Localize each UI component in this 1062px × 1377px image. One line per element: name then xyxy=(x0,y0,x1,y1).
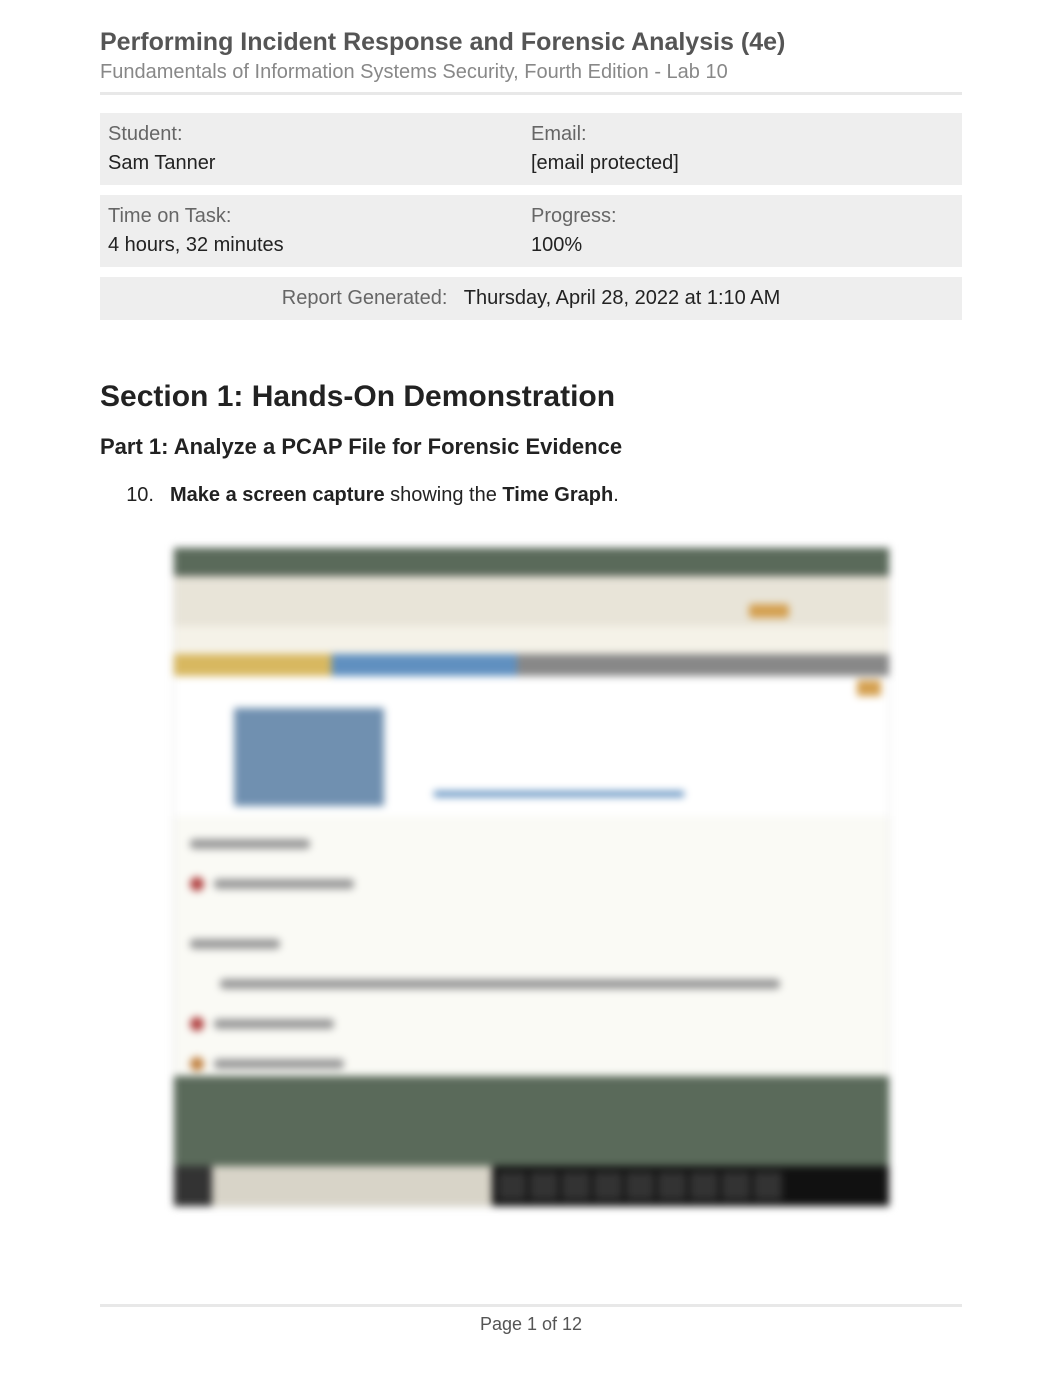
page-number: Page 1 of 12 xyxy=(0,1314,1062,1335)
instruction-bold-1: Make a screen capture xyxy=(170,484,385,506)
email-value: [email protected] xyxy=(531,152,954,175)
progress-label: Progress: xyxy=(531,205,954,228)
part-title: Part 1: Analyze a PCAP File for Forensic… xyxy=(100,434,962,460)
instruction-number: 10. xyxy=(120,484,170,507)
instruction-end: . xyxy=(613,484,619,506)
student-label: Student: xyxy=(108,123,531,146)
section-title: Section 1: Hands-On Demonstration xyxy=(100,380,962,414)
student-info-box: Student: Sam Tanner Email: [email protec… xyxy=(100,113,962,185)
time-on-task-value: 4 hours, 32 minutes xyxy=(108,234,531,257)
task-info-box: Time on Task: 4 hours, 32 minutes Progre… xyxy=(100,195,962,267)
footer-divider xyxy=(100,1304,962,1307)
report-generated-label: Report Generated: xyxy=(282,287,448,309)
report-generated-value: Thursday, April 28, 2022 at 1:10 AM xyxy=(464,287,780,309)
instruction-mid: showing the xyxy=(385,484,503,506)
email-label: Email: xyxy=(531,123,954,146)
instruction-bold-2: Time Graph xyxy=(502,484,613,506)
header-divider xyxy=(100,92,962,95)
document-subtitle: Fundamentals of Information Systems Secu… xyxy=(100,61,962,84)
instruction-row: 10. Make a screen capture showing the Ti… xyxy=(120,484,962,507)
report-generated-box: Report Generated: Thursday, April 28, 20… xyxy=(100,277,962,320)
progress-value: 100% xyxy=(531,234,954,257)
document-title: Performing Incident Response and Forensi… xyxy=(100,28,962,57)
student-value: Sam Tanner xyxy=(108,152,531,175)
time-on-task-label: Time on Task: xyxy=(108,205,531,228)
instruction-text: Make a screen capture showing the Time G… xyxy=(170,484,962,507)
screenshot-image xyxy=(173,547,890,1207)
